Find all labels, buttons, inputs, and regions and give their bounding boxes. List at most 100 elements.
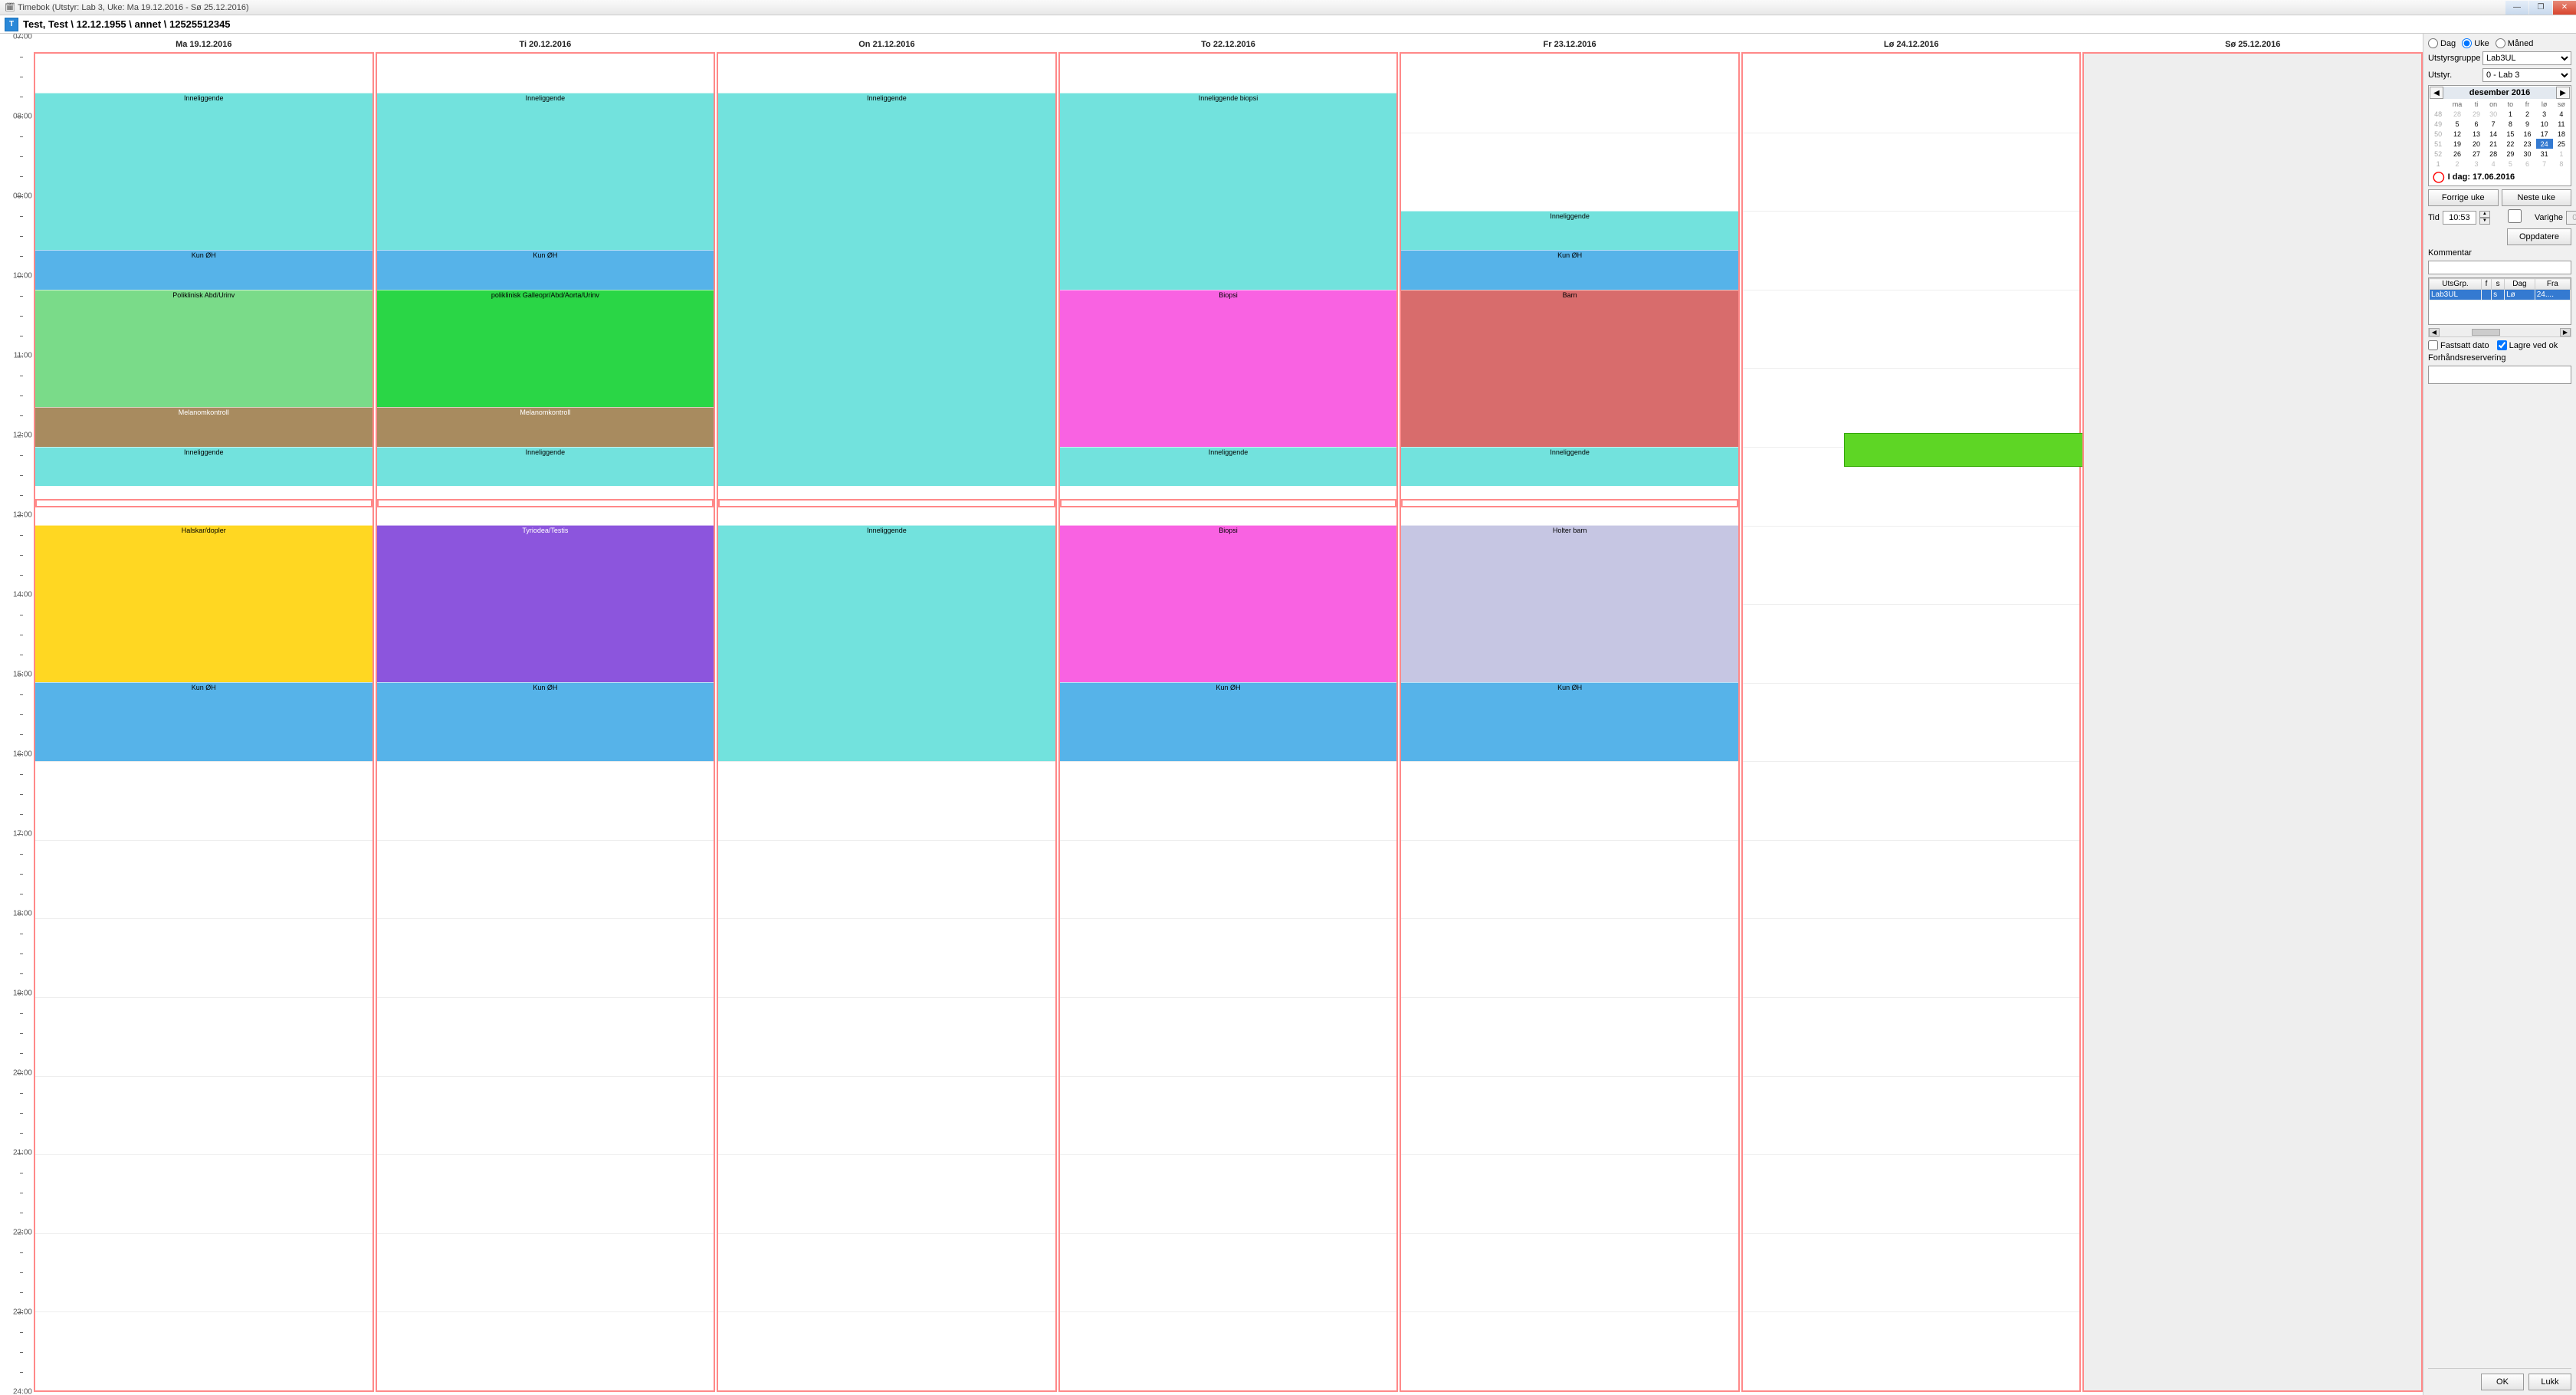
calendar-event[interactable]: Inneliggende: [1401, 211, 1738, 250]
calendar-day[interactable]: 4: [2553, 109, 2570, 119]
calendar-event[interactable]: Halskar/dopler: [35, 525, 372, 682]
neste-uke-button[interactable]: Neste uke: [2502, 189, 2572, 206]
grid-cell[interactable]: s: [2492, 290, 2505, 300]
tid-up[interactable]: ▲: [2479, 211, 2490, 218]
calendar-day[interactable]: 6: [2468, 119, 2485, 129]
calendar-day[interactable]: 17: [2536, 129, 2553, 139]
day-column[interactable]: InneliggendeKun ØHpoliklinisk Galleopr/A…: [376, 52, 716, 1392]
calendar-day[interactable]: 7: [2485, 119, 2502, 129]
calendar-event[interactable]: Inneliggende biopsi: [1060, 93, 1397, 289]
grid-header[interactable]: s: [2492, 279, 2505, 290]
calendar-event[interactable]: Tyriodea/Testis: [377, 525, 714, 682]
calendar-day[interactable]: 1: [2502, 109, 2519, 119]
calendar-event[interactable]: Melanomkontroll: [35, 407, 372, 446]
minimize-button[interactable]: —: [2505, 1, 2528, 15]
calendar-day[interactable]: 23: [2519, 139, 2535, 149]
calendar-event[interactable]: Biopsi: [1060, 525, 1397, 682]
today-label[interactable]: I dag: 17.06.2016: [2448, 172, 2515, 182]
calendar-day[interactable]: 19: [2446, 139, 2468, 149]
scroll-thumb[interactable]: [2472, 329, 2500, 336]
calendar-event[interactable]: [1844, 433, 2085, 467]
calendar-event[interactable]: Kun ØH: [1060, 682, 1397, 761]
calendar-day[interactable]: 2: [2446, 159, 2468, 169]
calendar-day[interactable]: 20: [2468, 139, 2485, 149]
calendar-event[interactable]: Biopsi: [1060, 290, 1397, 447]
grid-cell[interactable]: Lø: [2505, 290, 2535, 300]
calendar-day[interactable]: 27: [2468, 149, 2485, 159]
calendar-day[interactable]: 22: [2502, 139, 2519, 149]
calendar-day[interactable]: 25: [2553, 139, 2570, 149]
calendar-day[interactable]: 11: [2553, 119, 2570, 129]
calendar-day[interactable]: 8: [2502, 119, 2519, 129]
ok-button[interactable]: OK: [2481, 1374, 2524, 1390]
calendar-day[interactable]: 13: [2468, 129, 2485, 139]
calendar-day[interactable]: 18: [2553, 129, 2570, 139]
calendar-day[interactable]: 31: [2536, 149, 2553, 159]
calendar-day[interactable]: 7: [2536, 159, 2553, 169]
calendar-event[interactable]: Kun ØH: [377, 250, 714, 289]
day-column[interactable]: Inneliggende biopsiBiopsiInneliggendeBio…: [1058, 52, 1399, 1392]
calendar-day[interactable]: 21: [2485, 139, 2502, 149]
calendar-day[interactable]: 29: [2468, 109, 2485, 119]
calendar-day[interactable]: 1: [2553, 149, 2570, 159]
calendar-day[interactable]: 3: [2468, 159, 2485, 169]
calendar-day[interactable]: 8: [2553, 159, 2570, 169]
grid-scrollbar[interactable]: ◀ ▶: [2428, 328, 2571, 337]
tid-input[interactable]: [2443, 211, 2476, 225]
calendar-day[interactable]: 30: [2519, 149, 2535, 159]
varighe-check[interactable]: [2498, 209, 2532, 225]
calendar-event[interactable]: Barn: [1401, 290, 1738, 447]
day-column[interactable]: [1741, 52, 2082, 1392]
grid-header[interactable]: Dag: [2505, 279, 2535, 290]
grid-cell[interactable]: [2481, 290, 2491, 300]
calendar-event[interactable]: Inneliggende: [718, 525, 1055, 761]
calendar-event[interactable]: Kun ØH: [1401, 250, 1738, 289]
calendar-event[interactable]: Inneliggende: [35, 447, 372, 486]
oppdatere-button[interactable]: Oppdatere: [2507, 228, 2571, 245]
calendar-day[interactable]: 30: [2485, 109, 2502, 119]
close-button[interactable]: ✕: [2553, 1, 2576, 15]
kommentar-input[interactable]: [2428, 261, 2571, 274]
calendar-day[interactable]: 10: [2536, 119, 2553, 129]
grid-cell[interactable]: 24....: [2535, 290, 2570, 300]
calendar-day[interactable]: 12: [2446, 129, 2468, 139]
month-prev-button[interactable]: ◀: [2430, 87, 2443, 99]
calendar-day[interactable]: 14: [2485, 129, 2502, 139]
lagreved-check[interactable]: Lagre ved ok: [2497, 340, 2558, 350]
calendar-day[interactable]: 29: [2502, 149, 2519, 159]
calendar-event[interactable]: Inneliggende: [1060, 447, 1397, 486]
calendar-event[interactable]: Kun ØH: [377, 682, 714, 761]
calendar-day[interactable]: 26: [2446, 149, 2468, 159]
forrige-uke-button[interactable]: Forrige uke: [2428, 189, 2499, 206]
day-column[interactable]: [2082, 52, 2423, 1392]
utstyr-select[interactable]: 0 - Lab 3: [2482, 68, 2571, 82]
calendar-event[interactable]: Inneliggende: [377, 447, 714, 486]
calendar-event[interactable]: poliklinisk Galleopr/Abd/Aorta/Urinv: [377, 290, 714, 408]
calendar-event[interactable]: Kun ØH: [35, 250, 372, 289]
day-column[interactable]: InneliggendeKun ØHBarnInneliggendeHolter…: [1400, 52, 1740, 1392]
month-next-button[interactable]: ▶: [2556, 87, 2570, 99]
day-column[interactable]: InneliggendeKun ØHPoliklinisk Abd/UrinvM…: [34, 52, 374, 1392]
calendar-day[interactable]: 3: [2536, 109, 2553, 119]
calendar-event[interactable]: Kun ØH: [35, 682, 372, 761]
day-column[interactable]: InneliggendeInneliggende: [717, 52, 1057, 1392]
grid-header[interactable]: f: [2481, 279, 2491, 290]
calendar-event[interactable]: Poliklinisk Abd/Urinv: [35, 290, 372, 408]
calendar-day[interactable]: 5: [2446, 119, 2468, 129]
reservations-grid[interactable]: UtsGrp.fsDagFraLab3ULsLø24....: [2428, 277, 2571, 325]
calendar-day[interactable]: 5: [2502, 159, 2519, 169]
calendar-event[interactable]: Kun ØH: [1401, 682, 1738, 761]
radio-maned[interactable]: Måned: [2496, 38, 2534, 48]
tid-down[interactable]: ▼: [2479, 218, 2490, 225]
radio-dag[interactable]: Dag: [2428, 38, 2456, 48]
calendar-event[interactable]: Inneliggende: [1401, 447, 1738, 486]
calendar-day[interactable]: 9: [2519, 119, 2535, 129]
varighe-input[interactable]: [2566, 211, 2576, 225]
calendar-event[interactable]: Holter barn: [1401, 525, 1738, 682]
calendar-day[interactable]: 16: [2519, 129, 2535, 139]
scroll-left[interactable]: ◀: [2429, 328, 2440, 336]
calendar-day[interactable]: 28: [2485, 149, 2502, 159]
calendar-day[interactable]: 24: [2536, 139, 2553, 149]
calendar-day[interactable]: 28: [2446, 109, 2468, 119]
calendar-event[interactable]: Inneliggende: [35, 93, 372, 250]
